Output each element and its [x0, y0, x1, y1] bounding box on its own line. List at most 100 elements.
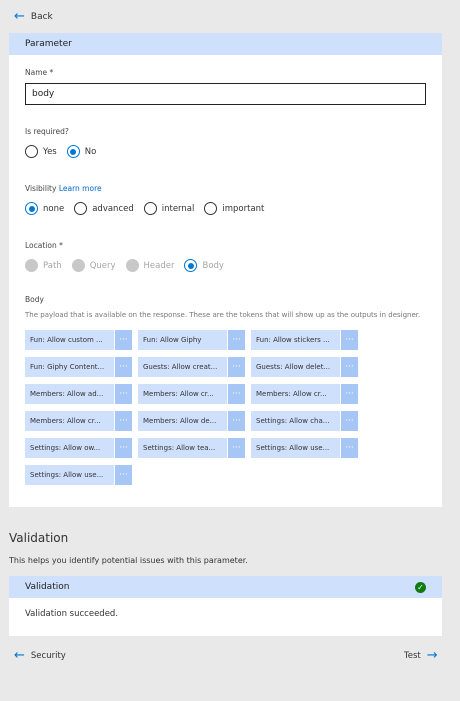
token-chip[interactable]: Settings: Allow cha... ···	[251, 411, 358, 431]
token-chip[interactable]: Fun: Giphy Content... ···	[25, 357, 132, 377]
name-input[interactable]	[25, 83, 426, 105]
token-chip[interactable]: Settings: Allow use... ···	[25, 465, 132, 485]
radio-disabled-icon	[25, 259, 38, 272]
visibility-important-radio[interactable]: important	[204, 202, 264, 215]
radio-disabled-icon	[125, 259, 139, 272]
more-icon[interactable]: ···	[114, 465, 132, 485]
more-icon[interactable]: ···	[227, 411, 245, 431]
validation-title: Validation	[9, 531, 69, 545]
token-chip[interactable]: Fun: Allow Giphy ···	[138, 330, 245, 350]
visibility-radio-group: none advanced internal important	[25, 202, 274, 215]
radio-circle-icon	[143, 202, 157, 215]
radio-label: advanced	[92, 203, 134, 214]
more-icon[interactable]: ···	[227, 438, 245, 458]
validation-message: Validation succeeded.	[25, 609, 119, 619]
back-button[interactable]: ← Back	[14, 10, 53, 23]
visibility-advanced-radio[interactable]: advanced	[74, 202, 134, 215]
token-label: Settings: Allow cha...	[251, 411, 340, 431]
more-icon[interactable]: ···	[114, 330, 132, 350]
more-icon[interactable]: ···	[227, 384, 245, 404]
visibility-none-radio[interactable]: none	[25, 202, 64, 215]
token-chip[interactable]: Members: Allow cr... ···	[138, 384, 245, 404]
token-chip[interactable]: Members: Allow cr... ···	[25, 411, 132, 431]
parameter-header: Parameter	[9, 33, 442, 55]
token-chip[interactable]: Settings: Allow ow... ···	[25, 438, 132, 458]
body-hint: The payload that is available on the res…	[25, 311, 421, 319]
radio-label: Path	[43, 260, 62, 271]
token-label: Fun: Allow custom ...	[25, 330, 114, 350]
radio-circle-icon	[74, 202, 88, 215]
token-chip[interactable]: Fun: Allow stickers ... ···	[251, 330, 358, 350]
token-chip[interactable]: Guests: Allow creat... ···	[138, 357, 245, 377]
token-label: Settings: Allow tea...	[138, 438, 227, 458]
radio-label: Yes	[43, 146, 57, 157]
token-row: Fun: Allow custom ... ··· Fun: Allow Giph…	[25, 330, 430, 350]
location-path-radio: Path	[25, 259, 62, 272]
token-chip[interactable]: Settings: Allow tea... ···	[138, 438, 245, 458]
name-label: Name *	[25, 68, 54, 77]
more-icon[interactable]: ···	[227, 330, 245, 350]
location-query-radio: Query	[71, 259, 116, 272]
more-icon[interactable]: ···	[340, 330, 358, 350]
token-label: Settings: Allow use...	[251, 438, 340, 458]
more-icon[interactable]: ···	[340, 384, 358, 404]
validation-panel: Validation ✓ Validation succeeded.	[9, 576, 442, 636]
radio-label: Query	[89, 260, 116, 271]
visibility-label: Visibility Learn more	[25, 184, 102, 193]
more-icon[interactable]: ···	[114, 411, 132, 431]
location-header-radio: Header	[125, 259, 174, 272]
token-row: Members: Allow ad... ··· Members: Allow c…	[25, 384, 430, 404]
token-label: Members: Allow cr...	[251, 384, 340, 404]
radio-disabled-icon	[71, 259, 85, 272]
security-nav-button[interactable]: ← Security	[14, 648, 66, 663]
required-no-radio[interactable]: No	[66, 145, 97, 158]
radio-selected-icon	[66, 145, 80, 158]
token-label: Fun: Giphy Content...	[25, 357, 114, 377]
learn-more-link[interactable]: Learn more	[59, 184, 102, 193]
radio-circle-icon	[204, 202, 218, 215]
radio-label: No	[84, 146, 97, 157]
token-row: Members: Allow cr... ··· Members: Allow d…	[25, 411, 430, 431]
back-label: Back	[30, 12, 53, 22]
more-icon[interactable]: ···	[114, 357, 132, 377]
validation-header[interactable]: Validation ✓	[9, 576, 442, 598]
token-label: Guests: Allow delet...	[251, 357, 340, 377]
token-chip[interactable]: Settings: Allow use... ···	[251, 438, 358, 458]
more-icon[interactable]: ···	[227, 357, 245, 377]
token-label: Fun: Allow stickers ...	[251, 330, 340, 350]
more-icon[interactable]: ···	[340, 357, 358, 377]
token-label: Settings: Allow ow...	[25, 438, 114, 458]
visibility-internal-radio[interactable]: internal	[143, 202, 194, 215]
token-label: Settings: Allow use...	[25, 465, 114, 485]
more-icon[interactable]: ···	[114, 384, 132, 404]
more-icon[interactable]: ···	[114, 438, 132, 458]
token-chip[interactable]: Members: Allow cr... ···	[251, 384, 358, 404]
token-label: Members: Allow ad...	[25, 384, 114, 404]
token-chip[interactable]: Guests: Allow delet... ···	[251, 357, 358, 377]
radio-label: important	[222, 203, 265, 214]
token-row: Settings: Allow ow... ··· Settings: Allow…	[25, 438, 430, 458]
radio-label: none	[43, 203, 65, 214]
validation-header-label: Validation	[25, 582, 70, 592]
check-circle-icon: ✓	[415, 581, 426, 593]
required-yes-radio[interactable]: Yes	[25, 145, 57, 158]
token-chip[interactable]: Members: Allow de... ···	[138, 411, 245, 431]
token-chip[interactable]: Fun: Allow custom ... ···	[25, 330, 132, 350]
radio-selected-icon	[184, 259, 198, 272]
arrow-left-icon: ←	[14, 648, 25, 663]
validation-description: This helps you identify potential issues…	[9, 556, 248, 565]
test-nav-button[interactable]: Test →	[404, 649, 438, 662]
radio-circle-icon	[25, 145, 38, 158]
token-chip[interactable]: Members: Allow ad... ···	[25, 384, 132, 404]
token-list: Fun: Allow custom ... ··· Fun: Allow Giph…	[25, 330, 430, 492]
token-label: Fun: Allow Giphy	[138, 330, 227, 350]
location-body-radio: Body	[184, 259, 224, 272]
radio-selected-icon	[25, 202, 38, 215]
token-label: Members: Allow cr...	[25, 411, 114, 431]
more-icon[interactable]: ···	[340, 411, 358, 431]
more-icon[interactable]: ···	[340, 438, 358, 458]
radio-label: Body	[202, 260, 224, 271]
security-label: Security	[30, 651, 66, 661]
location-label: Location *	[25, 241, 63, 250]
visibility-label-text: Visibility	[25, 184, 57, 193]
